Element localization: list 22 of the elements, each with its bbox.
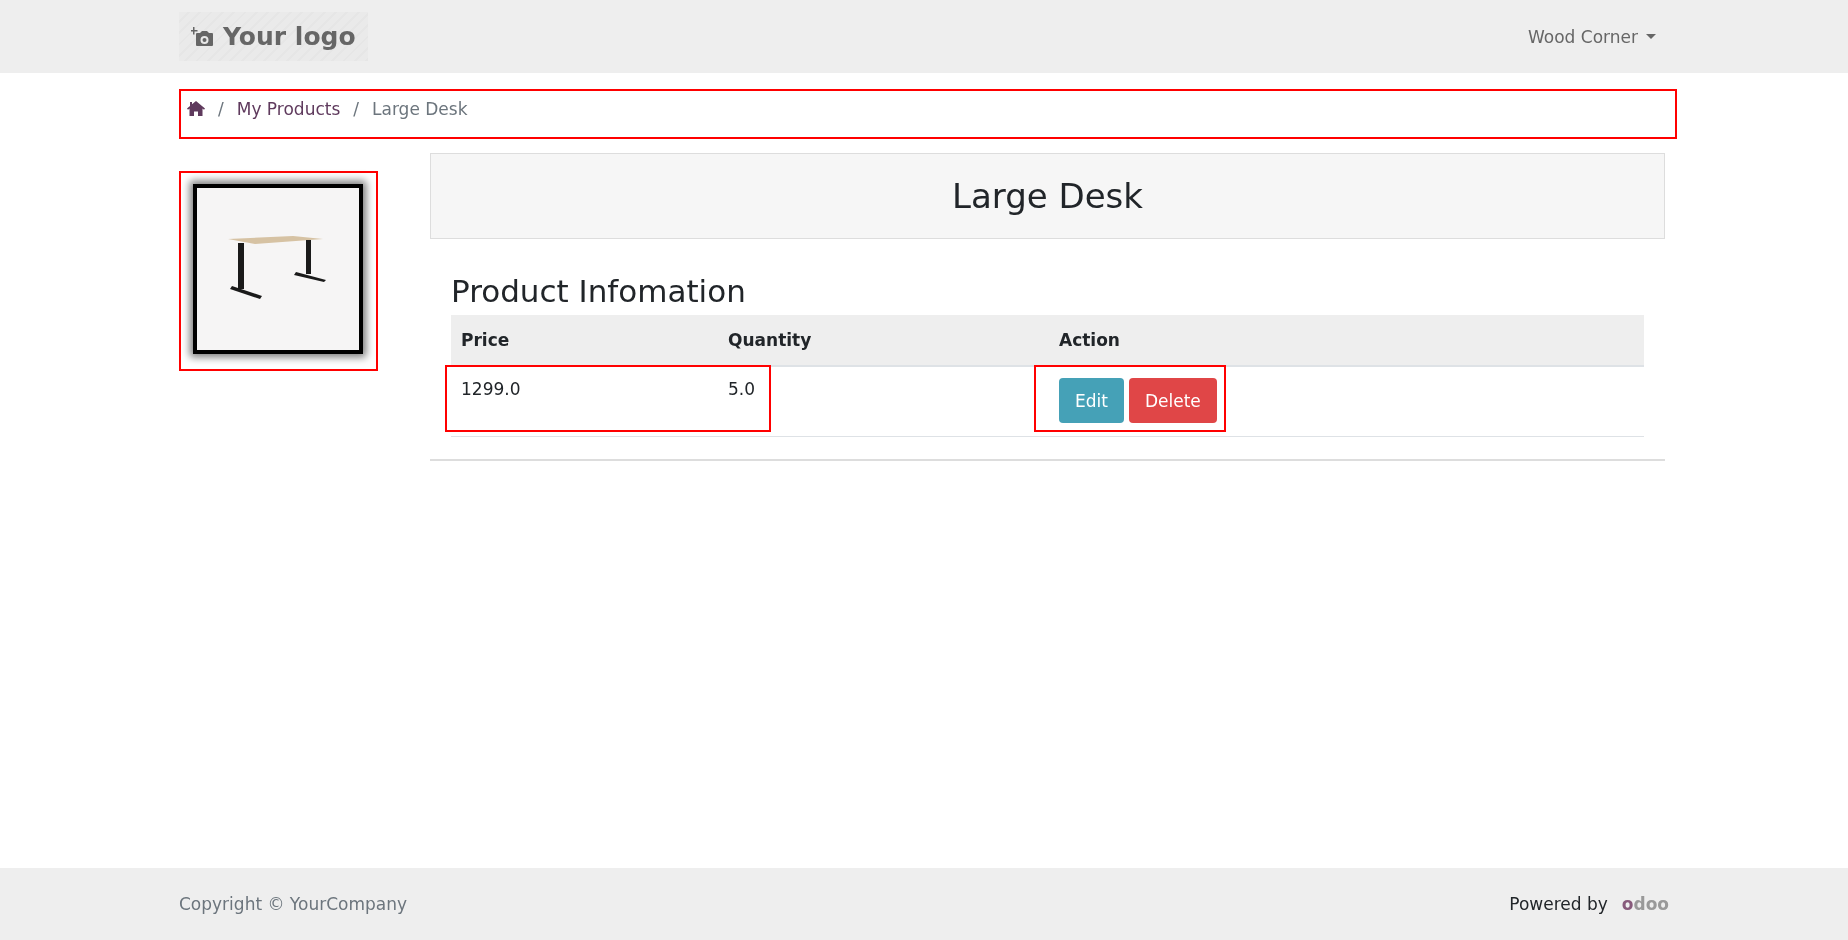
breadcrumb-current: Large Desk [372,99,468,119]
breadcrumb-separator: / [218,99,224,119]
home-icon[interactable] [187,101,205,116]
logo-text: Your logo [223,22,356,51]
copyright-text: Copyright © YourCompany [179,894,408,914]
table-cell: 1299.0 [461,379,521,399]
section-title: Product Infomation [451,273,747,309]
delete-button[interactable]: Delete [1128,378,1217,423]
powered-by-text: Powered by [1509,894,1608,914]
table-cell: 5.0 [728,379,756,399]
column-header: Price [460,330,511,350]
breadcrumb-separator: / [353,99,359,119]
brand-link[interactable]: odoo [1621,894,1669,914]
user-menu[interactable]: Wood Corner [1528,26,1656,47]
camera-icon [191,26,215,47]
caret-icon [1646,33,1656,40]
column-header: Action [1058,330,1121,350]
edit-button[interactable]: Edit [1059,378,1124,423]
column-header: Quantity [727,330,813,350]
product-title: Large Desk [952,176,1143,216]
breadcrumb-link[interactable]: My Products [236,99,341,119]
logo-placeholder[interactable]: Your logo [179,12,368,61]
